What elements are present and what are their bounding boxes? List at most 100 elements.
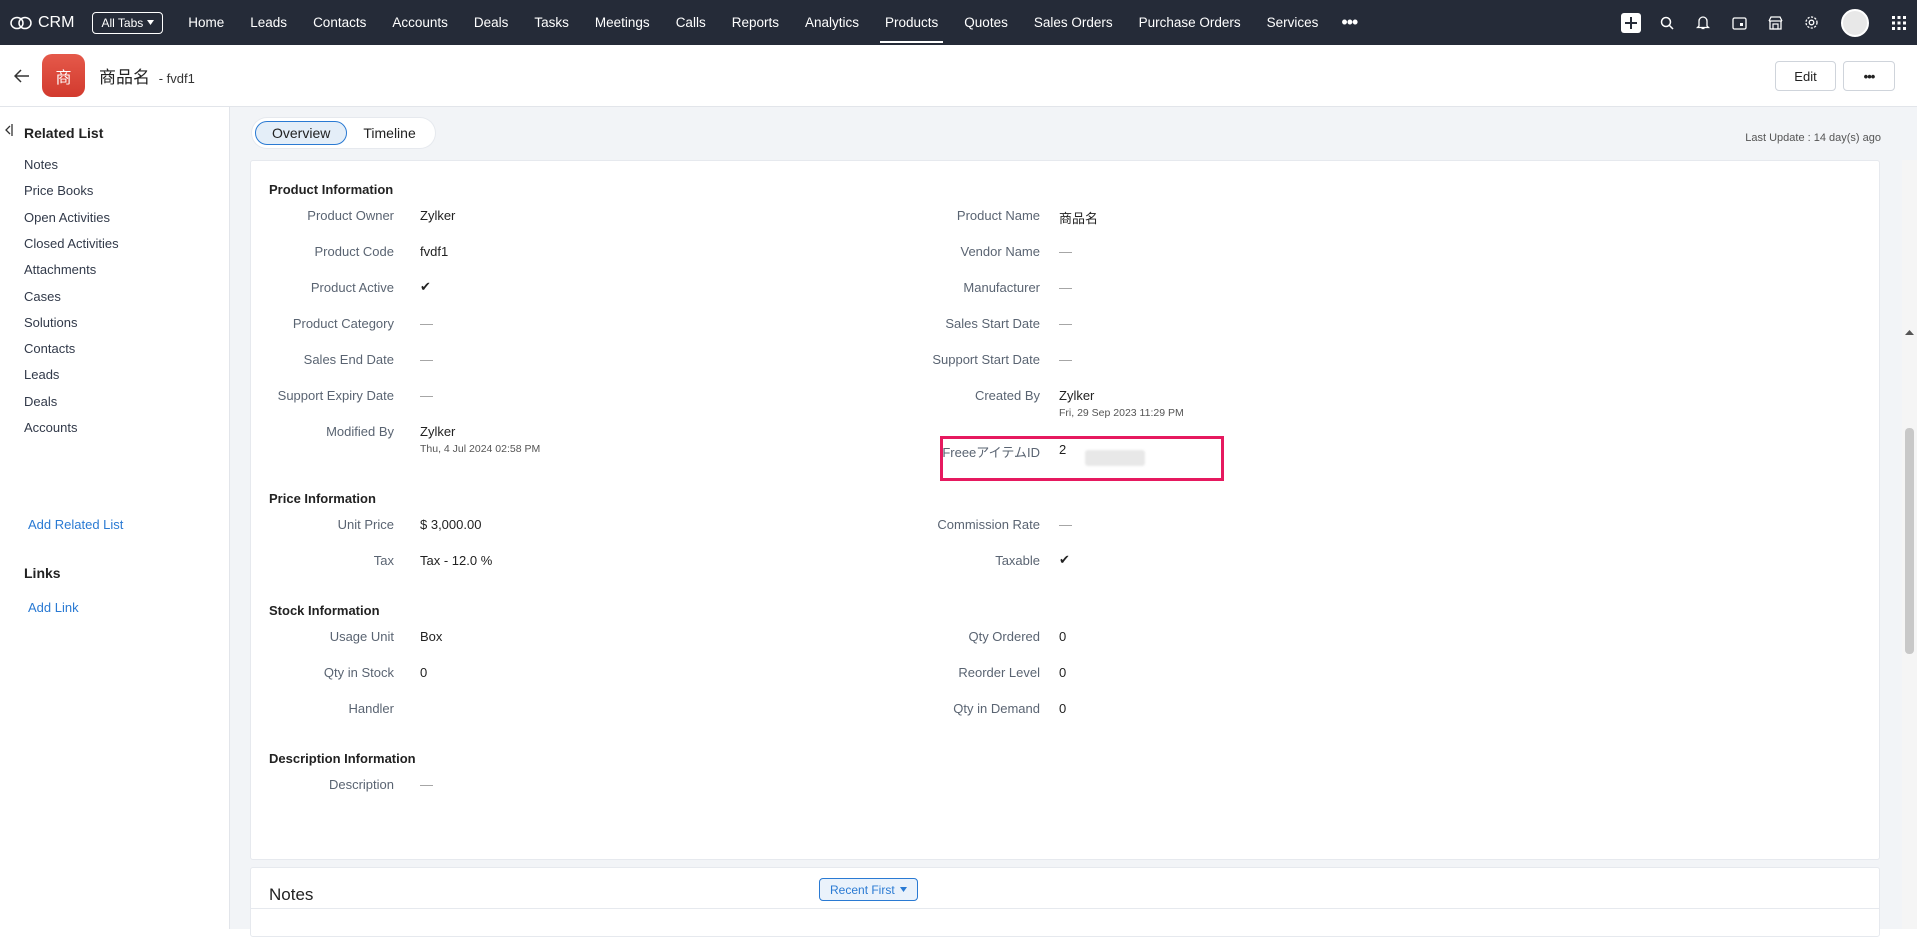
value-qty-ordered[interactable]: 0	[1059, 629, 1066, 644]
created-by-timestamp: Fri, 29 Sep 2023 11:29 PM	[1059, 407, 1184, 419]
value-qty-in-stock[interactable]: 0	[420, 665, 427, 680]
module-tabs: Home Leads Contacts Accounts Deals Tasks Meeti…	[175, 0, 1331, 45]
sidebar-item-notes[interactable]: Notes	[24, 157, 58, 172]
notes-section: Notes Recent First	[250, 867, 1880, 937]
sidebar-item-cases[interactable]: Cases	[24, 289, 61, 304]
label-taxable: Taxable	[995, 553, 1040, 568]
notes-sort-dropdown[interactable]: Recent First	[819, 878, 918, 901]
nav-tab-products[interactable]: Products	[872, 0, 951, 45]
bell-icon	[1696, 16, 1710, 30]
value-created-by[interactable]: Zylker	[1059, 388, 1094, 403]
sidebar-item-leads[interactable]: Leads	[24, 367, 59, 382]
sidebar-item-accounts[interactable]: Accounts	[24, 420, 77, 435]
nav-tab-calls[interactable]: Calls	[663, 0, 719, 45]
back-button[interactable]	[14, 68, 36, 83]
value-usage-unit[interactable]: Box	[420, 629, 442, 644]
nav-tab-analytics[interactable]: Analytics	[792, 0, 872, 45]
nav-tab-quotes[interactable]: Quotes	[951, 0, 1021, 45]
value-product-owner[interactable]: Zylker	[420, 208, 455, 223]
label-unit-price: Unit Price	[337, 517, 394, 532]
gear-icon	[1804, 16, 1818, 29]
settings-button[interactable]	[1793, 0, 1829, 45]
last-update: Last Update : 14 day(s) ago	[1745, 132, 1881, 144]
nav-tab-deals[interactable]: Deals	[461, 0, 522, 45]
notifications-button[interactable]	[1685, 0, 1721, 45]
label-sales-end-date: Sales End Date	[303, 352, 394, 367]
value-product-code[interactable]: fvdf1	[420, 244, 448, 259]
nav-tab-purchase-orders[interactable]: Purchase Orders	[1126, 0, 1254, 45]
nav-tab-sales-orders[interactable]: Sales Orders	[1021, 0, 1126, 45]
more-actions-button[interactable]: •••	[1843, 61, 1895, 91]
label-modified-by: Modified By	[326, 424, 394, 439]
sidebar-item-price-books[interactable]: Price Books	[24, 183, 93, 198]
view-tabs: Overview Timeline	[252, 118, 435, 148]
sidebar-item-closed-activities[interactable]: Closed Activities	[24, 236, 119, 251]
search-button[interactable]	[1649, 0, 1685, 45]
record-header: 商 商品名 - fvdf1 Edit •••	[0, 45, 1917, 107]
store-icon	[1767, 15, 1783, 30]
scroll-up-arrow-icon[interactable]	[1905, 328, 1914, 337]
value-manufacturer[interactable]: —	[1059, 280, 1072, 295]
value-modified-by[interactable]: Zylker	[420, 424, 455, 439]
value-commission-rate[interactable]: —	[1059, 517, 1072, 532]
apps-button[interactable]	[1881, 0, 1917, 45]
record-title: 商品名 - fvdf1	[99, 63, 195, 88]
value-support-start-date[interactable]: —	[1059, 352, 1072, 367]
quick-create-button[interactable]	[1613, 0, 1649, 45]
user-avatar[interactable]	[1841, 8, 1869, 37]
page-scrollbar[interactable]	[1902, 160, 1917, 929]
nav-tab-tasks[interactable]: Tasks	[521, 0, 582, 45]
record-avatar: 商	[42, 54, 85, 97]
sidebar-item-solutions[interactable]: Solutions	[24, 315, 77, 330]
nav-tab-accounts[interactable]: Accounts	[379, 0, 461, 45]
value-taxable-checkmark[interactable]: ✔	[1059, 552, 1070, 568]
add-link[interactable]: Add Link	[28, 600, 79, 615]
nav-tab-leads[interactable]: Leads	[237, 0, 300, 45]
value-product-name[interactable]: 商品名	[1059, 208, 1098, 227]
modified-by-timestamp: Thu, 4 Jul 2024 02:58 PM	[420, 443, 541, 455]
collapse-sidebar-icon[interactable]	[5, 124, 13, 136]
label-commission-rate: Commission Rate	[937, 517, 1040, 532]
value-reorder-level[interactable]: 0	[1059, 665, 1066, 680]
scrollbar-thumb[interactable]	[1905, 428, 1914, 654]
sidebar-item-deals[interactable]: Deals	[24, 394, 57, 409]
label-product-name: Product Name	[956, 208, 1040, 223]
crm-logo[interactable]: CRM	[10, 14, 74, 32]
add-related-list-link[interactable]: Add Related List	[28, 517, 123, 532]
nav-tab-meetings[interactable]: Meetings	[582, 0, 663, 45]
value-description[interactable]: —	[420, 777, 433, 792]
value-tax[interactable]: Tax - 12.0 %	[420, 553, 492, 568]
nav-tab-reports[interactable]: Reports	[719, 0, 792, 45]
marketplace-button[interactable]	[1757, 0, 1793, 45]
value-product-category[interactable]: —	[420, 316, 433, 331]
edit-button[interactable]: Edit	[1775, 61, 1836, 91]
label-qty-in-stock: Qty in Stock	[323, 665, 394, 680]
calendar-button[interactable]	[1721, 0, 1757, 45]
sidebar-item-attachments[interactable]: Attachments	[24, 262, 96, 277]
tab-timeline[interactable]: Timeline	[347, 121, 431, 145]
value-qty-in-demand[interactable]: 0	[1059, 701, 1066, 716]
tab-overview[interactable]: Overview	[255, 121, 348, 145]
record-subtitle: - fvdf1	[158, 71, 195, 86]
label-created-by: Created By	[974, 388, 1040, 403]
sidebar-item-open-activities[interactable]: Open Activities	[24, 210, 110, 225]
all-tabs-button[interactable]: All Tabs	[92, 11, 164, 34]
notes-title: Notes	[269, 885, 314, 904]
record-name: 商品名	[99, 68, 150, 87]
value-sales-start-date[interactable]: —	[1059, 316, 1072, 331]
all-tabs-label: All Tabs	[101, 15, 144, 30]
value-unit-price[interactable]: $ 3,000.00	[420, 517, 481, 532]
grid-apps-icon	[1892, 15, 1906, 30]
nav-tab-services[interactable]: Services	[1254, 0, 1332, 45]
value-support-expiry-date[interactable]: —	[420, 388, 433, 403]
value-vendor-name[interactable]: —	[1059, 244, 1072, 259]
label-qty-in-demand: Qty in Demand	[953, 701, 1040, 716]
nav-tab-home[interactable]: Home	[175, 0, 237, 45]
value-sales-end-date[interactable]: —	[420, 352, 433, 367]
sidebar-item-contacts[interactable]: Contacts	[24, 341, 75, 356]
label-usage-unit: Usage Unit	[329, 629, 394, 644]
search-icon	[1660, 16, 1674, 30]
value-product-active-checkmark[interactable]: ✔	[420, 279, 431, 295]
nav-tab-contacts[interactable]: Contacts	[300, 0, 379, 45]
more-modules-button[interactable]: •••	[1331, 12, 1367, 33]
